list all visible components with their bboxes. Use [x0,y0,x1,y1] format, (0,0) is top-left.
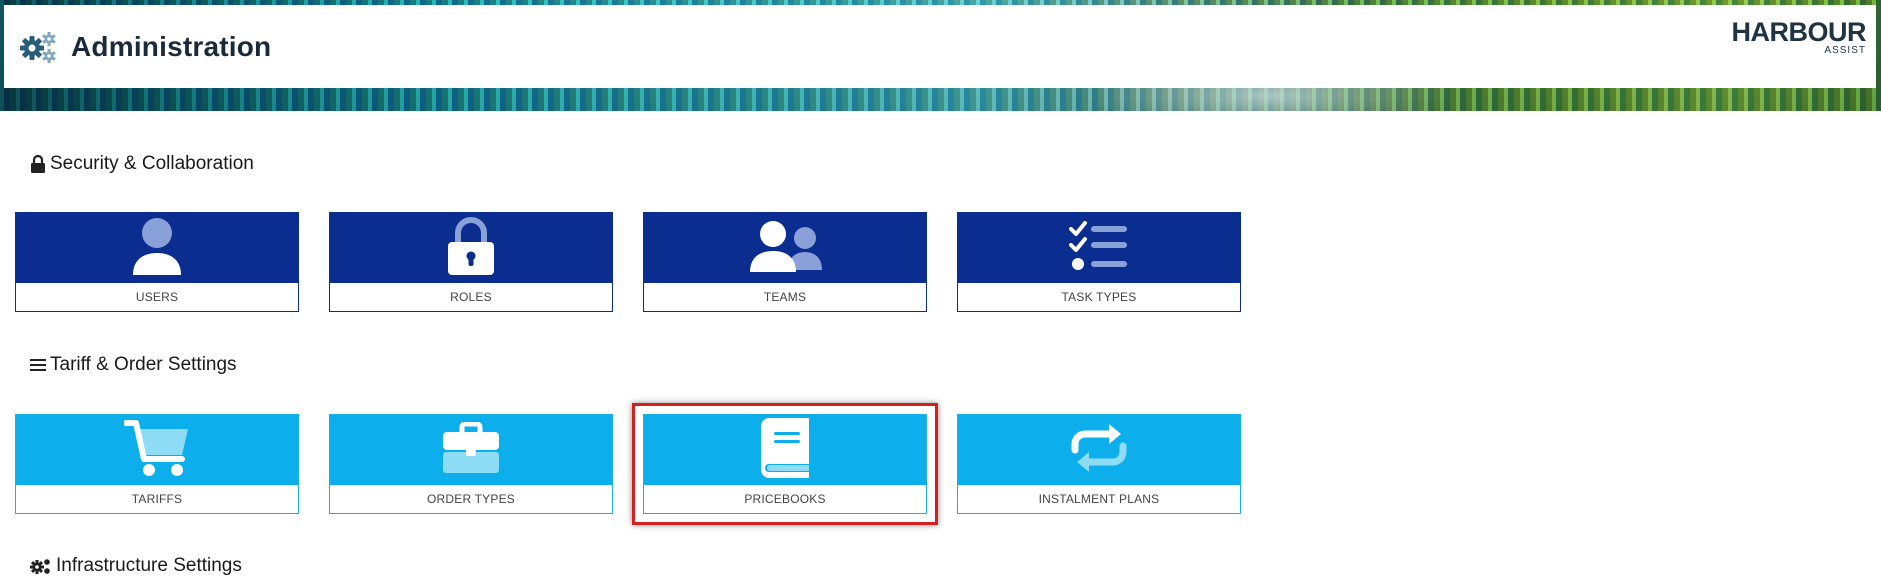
tile-label: USERS [135,290,179,304]
tile-label: PRICEBOOKS [744,492,826,506]
section-heading-security: Security & Collaboration [30,153,254,175]
tile-label: TARIFFS [131,492,183,506]
page-header: Administration HARBOUR ASSIST [4,5,1876,88]
admin-content: Security & Collaboration USERS ROLES TEA… [4,111,1876,578]
repeat-icon [1069,422,1129,479]
tile-task-types[interactable]: TASK TYPES [957,212,1241,312]
tile-teams[interactable]: TEAMS [643,212,927,312]
tile-roles[interactable]: ROLES [329,212,613,312]
section-heading-label: Tariff & Order Settings [50,354,237,375]
book-icon [759,417,811,483]
user-icon [130,217,184,280]
logo-wordmark: HARBOUR [1731,17,1867,47]
lock-icon [30,155,46,173]
cart-icon [123,419,190,482]
section-heading-label: Security & Collaboration [50,153,254,174]
tile-order-types[interactable]: ORDER TYPES [329,414,613,514]
tile-label: TASK TYPES [1061,290,1137,304]
gears-icon [30,557,52,575]
section-heading-label: Infrastructure Settings [56,555,242,576]
harbour-assist-logo[interactable]: HARBOUR ASSIST [1726,17,1867,65]
tasks-icon [1069,220,1129,276]
tile-label: INSTALMENT PLANS [1038,492,1160,506]
tile-tariffs[interactable]: TARIFFS [15,414,299,514]
lock-icon [446,216,496,280]
users-icon [748,220,822,277]
list-icon [30,357,46,373]
briefcase-icon [442,421,500,479]
tile-label: ROLES [450,290,492,304]
page-title: Administration [71,30,272,62]
tile-label: ORDER TYPES [427,492,515,506]
section-heading-tariff: Tariff & Order Settings [30,354,237,376]
tile-label: TEAMS [763,290,807,304]
gears-icon [19,30,59,64]
tile-instalment-plans[interactable]: INSTALMENT PLANS [957,414,1241,514]
tile-pricebooks[interactable]: PRICEBOOKS [643,414,927,514]
tile-users[interactable]: USERS [15,212,299,312]
section-heading-infrastructure: Infrastructure Settings [30,555,242,577]
